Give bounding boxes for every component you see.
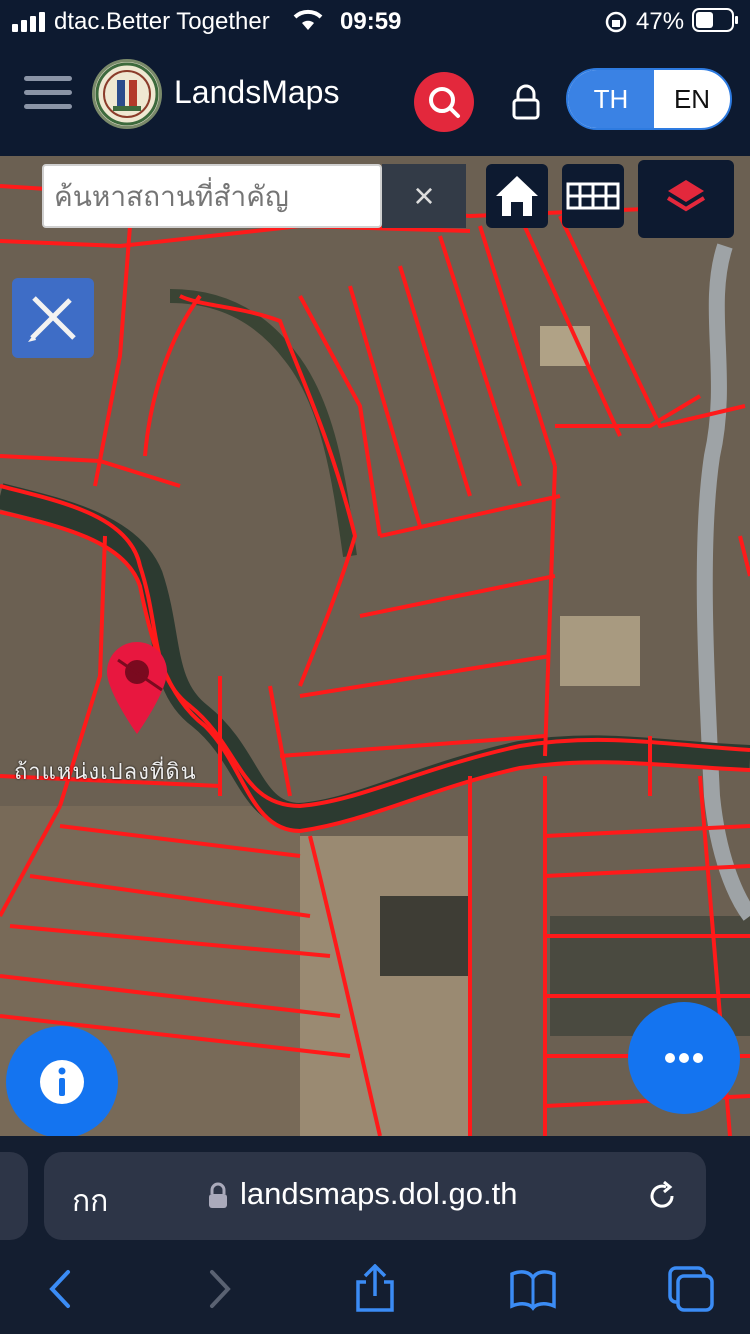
- lock-icon: [512, 84, 540, 120]
- search-icon: [429, 87, 460, 118]
- dol-logo: [92, 59, 162, 129]
- menu-icon[interactable]: [24, 76, 72, 112]
- carrier-name: dtac.Better Together: [54, 8, 270, 35]
- app-title: LandsMaps: [174, 74, 340, 110]
- road-label: ถ้าแหน่งเปลงที่ดิน: [14, 760, 197, 785]
- battery-icon: [692, 8, 738, 32]
- lock-icon: [209, 1182, 227, 1208]
- share-icon[interactable]: [350, 1264, 400, 1314]
- url-text: landsmaps.dol.go.th: [240, 1176, 518, 1211]
- place-search-input[interactable]: [42, 164, 382, 228]
- grid-button[interactable]: [562, 164, 624, 228]
- login-button[interactable]: [506, 82, 546, 122]
- home-button[interactable]: [486, 164, 548, 228]
- back-icon[interactable]: [38, 1264, 88, 1314]
- search-button[interactable]: [414, 72, 474, 132]
- layers-icon: [666, 180, 706, 212]
- battery-percent: 47%: [636, 8, 685, 35]
- measure-tool-button[interactable]: [12, 278, 94, 358]
- rotation-lock-icon: [605, 11, 627, 33]
- text-size-button[interactable]: กก: [72, 1178, 108, 1225]
- wifi-icon: [293, 9, 323, 30]
- signal-icon: [12, 12, 45, 32]
- reload-icon[interactable]: [644, 1178, 680, 1214]
- layers-button[interactable]: [638, 160, 734, 238]
- address-bar[interactable]: กก landsmaps.dol.go.th: [44, 1152, 706, 1240]
- lang-en-option[interactable]: EN: [654, 70, 730, 128]
- bookmarks-icon[interactable]: [508, 1264, 558, 1314]
- more-dots-icon: [665, 1053, 703, 1063]
- previous-tab-peek[interactable]: [0, 1152, 28, 1240]
- status-bar: dtac.Better Together 09:59 47%: [0, 0, 750, 44]
- map-view[interactable]: × ถ้าแหน่ง: [0, 156, 750, 1136]
- info-button[interactable]: [6, 1026, 118, 1136]
- clear-search-button[interactable]: ×: [382, 164, 466, 228]
- language-toggle[interactable]: TH EN: [566, 68, 732, 130]
- ruler-pencil-icon: [28, 296, 76, 342]
- info-icon: [40, 1060, 84, 1104]
- map-pin-icon: [107, 642, 167, 734]
- home-icon: [496, 176, 538, 216]
- emblem-icon: [95, 62, 159, 126]
- forward-icon[interactable]: [196, 1264, 246, 1314]
- browser-toolbar: กก landsmaps.dol.go.th: [0, 1136, 750, 1334]
- more-options-button[interactable]: [628, 1002, 740, 1114]
- location-marker[interactable]: [104, 640, 170, 736]
- app-header: LandsMaps TH EN: [0, 44, 750, 156]
- clock: 09:59: [340, 8, 402, 35]
- tabs-icon[interactable]: [666, 1264, 716, 1314]
- grid-icon: [566, 182, 620, 210]
- lang-th-option[interactable]: TH: [568, 70, 654, 128]
